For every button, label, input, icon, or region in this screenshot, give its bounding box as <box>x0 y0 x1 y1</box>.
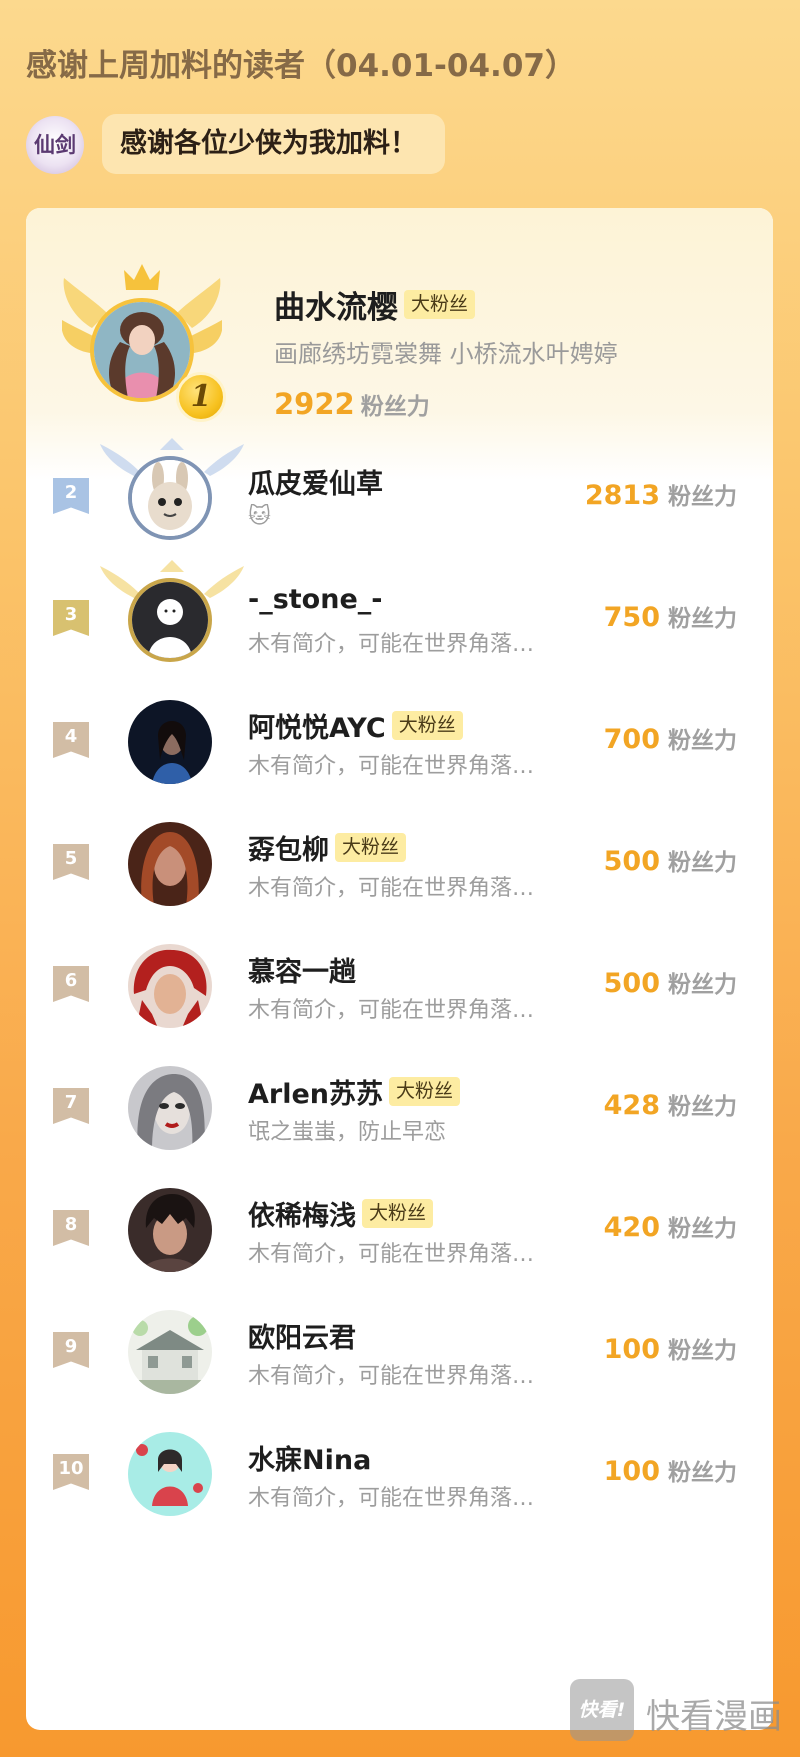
big-fan-tag: 大粉丝 <box>389 1077 461 1106</box>
avatar[interactable] <box>128 1066 212 1150</box>
rank-flag: 9 <box>53 1332 89 1368</box>
fan-score: 420 <box>603 1212 660 1243</box>
user-bio: 氓之蚩蚩，防止早恋 <box>248 1120 447 1145</box>
avatar[interactable] <box>128 1188 212 1272</box>
fan-row[interactable]: 3 -_stone_- 木有简介，可能在世界角落里发呆 750 粉丝力 <box>26 558 773 678</box>
fan-power-unit: 粉丝力 <box>668 728 737 754</box>
watermark-text: 快看漫画 <box>646 1697 782 1737</box>
fan-power-unit: 粉丝力 <box>360 394 430 420</box>
fan-row[interactable]: 5 孬包柳大粉丝 木有简介，可能在世界角落里发呆 500 粉丝力 <box>26 802 773 922</box>
fan-power-unit: 粉丝力 <box>668 1338 737 1364</box>
fan-score: 500 <box>603 968 660 999</box>
user-name[interactable]: 依稀梅浅 <box>248 1201 356 1232</box>
user-bio: 木有简介，可能在世界角落里发呆 <box>248 754 538 779</box>
user-name[interactable]: 慕容一趟 <box>248 957 356 988</box>
kuaikan-logo-icon: 快看! <box>570 1679 634 1741</box>
user-name[interactable]: -_stone_- <box>248 584 382 615</box>
fan-score: 428 <box>603 1090 660 1121</box>
rank-flag: 3 <box>53 600 89 636</box>
top-fan-score: 2922 <box>274 387 355 421</box>
user-name[interactable]: 瓜皮爱仙草 <box>248 469 383 500</box>
avatar[interactable] <box>128 700 212 784</box>
fan-score: 700 <box>603 724 660 755</box>
fan-ranking-card: 1 曲水流樱 大粉丝 画廊绣坊霓裳舞 小桥流水叶娉婷 2922 粉丝力 2 瓜皮… <box>26 208 773 1730</box>
user-name[interactable]: 阿悦悦AYC <box>248 713 386 744</box>
avatar[interactable] <box>128 1310 212 1394</box>
host-avatar-label: 仙剑 <box>34 132 76 157</box>
rank-1-badge: 1 <box>176 372 226 422</box>
fan-row[interactable]: 7 Arlen苏苏 大粉丝 氓之蚩蚩，防止早恋 428 粉丝力 <box>26 1046 773 1166</box>
fan-row[interactable]: 10 水寐Nina 木有简介，可能在世界角落里发呆 100 粉丝力 <box>26 1412 773 1532</box>
fan-score: 750 <box>603 602 660 633</box>
fan-row[interactable]: 2 瓜皮爱仙草 🐱 2813 粉丝力 <box>26 436 773 556</box>
fan-power-unit: 粉丝力 <box>668 1094 737 1120</box>
rank-flag: 5 <box>53 844 89 880</box>
avatar[interactable] <box>128 944 212 1028</box>
fan-score: 2813 <box>584 480 660 511</box>
fan-power-unit: 粉丝力 <box>668 606 737 632</box>
big-fan-tag: 大粉丝 <box>391 711 463 740</box>
fan-power-unit: 粉丝力 <box>668 972 737 998</box>
user-bio: 木有简介，可能在世界角落里发呆 <box>248 1364 538 1389</box>
user-name[interactable]: 水寐Nina <box>248 1445 371 1476</box>
fan-row[interactable]: 9 欧阳云君 木有简介，可能在世界角落里发呆 100 粉丝力 <box>26 1290 773 1410</box>
fan-score: 100 <box>603 1334 660 1365</box>
fan-score: 500 <box>603 846 660 877</box>
fan-row[interactable]: 8 依稀梅浅大粉丝 木有简介，可能在世界角落里发呆 420 粉丝力 <box>26 1168 773 1288</box>
top-fan-info: 曲水流樱 大粉丝 画廊绣坊霓裳舞 小桥流水叶娉婷 2922 粉丝力 <box>274 282 618 421</box>
top-fan-avatar-frame: 1 <box>62 258 226 428</box>
fan-power-unit: 粉丝力 <box>668 850 737 876</box>
avatar[interactable] <box>128 456 212 540</box>
user-bio: 木有简介，可能在世界角落里发呆 <box>248 1242 538 1267</box>
big-fan-tag: 大粉丝 <box>362 1199 434 1228</box>
user-name[interactable]: Arlen苏苏 <box>248 1079 383 1110</box>
user-name[interactable]: 欧阳云君 <box>248 1323 356 1354</box>
fan-row[interactable]: 4 阿悦悦AYC大粉丝 木有简介，可能在世界角落里发呆 700 粉丝力 <box>26 680 773 800</box>
avatar[interactable] <box>128 822 212 906</box>
crown-icon <box>124 264 160 290</box>
fan-power-unit: 粉丝力 <box>668 484 737 510</box>
page-title: 感谢上周加料的读者（04.01-04.07） <box>26 48 576 84</box>
user-bio: 木有简介，可能在世界角落里发呆 <box>248 1486 538 1511</box>
big-fan-tag: 大粉丝 <box>335 833 407 862</box>
big-fan-tag: 大粉丝 <box>404 290 476 319</box>
rank-flag: 8 <box>53 1210 89 1246</box>
rank-flag: 2 <box>53 478 89 514</box>
top-fan-bio: 画廊绣坊霓裳舞 小桥流水叶娉婷 <box>274 340 618 368</box>
fan-score: 100 <box>603 1456 660 1487</box>
top-fan-name[interactable]: 曲水流樱 <box>274 290 398 326</box>
avatar[interactable] <box>128 1432 212 1516</box>
rank-flag: 7 <box>53 1088 89 1124</box>
user-bio: 木有简介，可能在世界角落里发呆 <box>248 998 538 1023</box>
user-bio: 木有简介，可能在世界角落里发呆 <box>248 876 538 901</box>
host-message-bubble: 感谢各位少侠为我加料！ <box>102 114 445 174</box>
user-bio: 🐱 <box>248 504 271 529</box>
fan-power-unit: 粉丝力 <box>668 1460 737 1486</box>
fan-power-unit: 粉丝力 <box>668 1216 737 1242</box>
user-name[interactable]: 孬包柳 <box>248 835 329 866</box>
kuaikan-watermark: 快看! 快看漫画 <box>570 1675 795 1745</box>
rank-flag: 10 <box>53 1454 89 1490</box>
fan-row[interactable]: 6 慕容一趟 木有简介，可能在世界角落里发呆 500 粉丝力 <box>26 924 773 1044</box>
rank-flag: 6 <box>53 966 89 1002</box>
avatar[interactable] <box>128 578 212 662</box>
host-avatar[interactable]: 仙剑 <box>26 116 84 174</box>
rank-flag: 4 <box>53 722 89 758</box>
user-bio: 木有简介，可能在世界角落里发呆 <box>248 632 538 657</box>
